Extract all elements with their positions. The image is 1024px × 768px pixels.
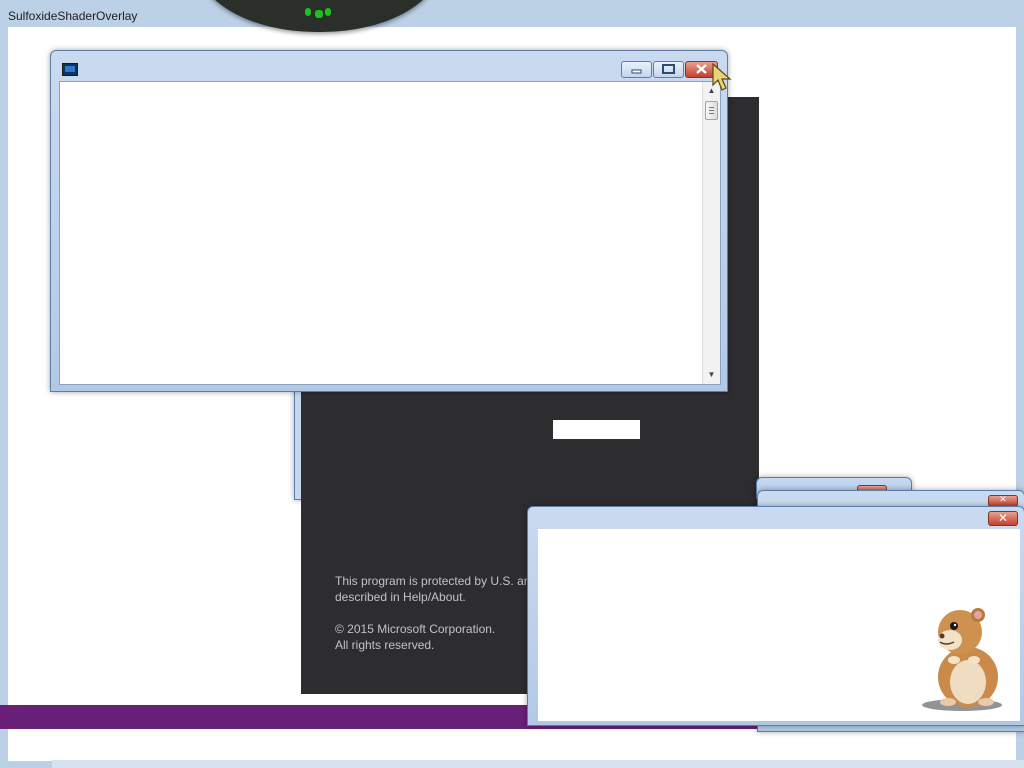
close-icon: ✕ [999,494,1007,504]
vertical-scrollbar[interactable]: ▲ ▼ [702,82,720,384]
bottom-strip [52,760,1024,768]
maximize-button[interactable] [653,61,684,78]
scrollbar-thumb[interactable] [705,101,718,120]
close-icon: ✕ [997,511,1009,525]
popup-3-close-button[interactable]: ✕ [988,511,1018,526]
dialog-window[interactable]: ▲ ▼ [50,50,728,392]
window-system-icon[interactable] [62,63,78,76]
dialog-text-area[interactable]: ▲ ▼ [59,81,721,385]
minimize-icon [631,69,642,74]
status-led-icon [303,4,333,20]
maximize-icon [662,64,675,74]
main-window-title: SulfoxideShaderOverlay [8,9,138,23]
scroll-down-icon[interactable]: ▼ [703,368,720,382]
mouse-cursor-icon [712,63,732,91]
minimize-button[interactable] [621,61,652,78]
splash-progress-bar [553,420,640,439]
hamster-mascot-icon[interactable] [920,602,1010,712]
